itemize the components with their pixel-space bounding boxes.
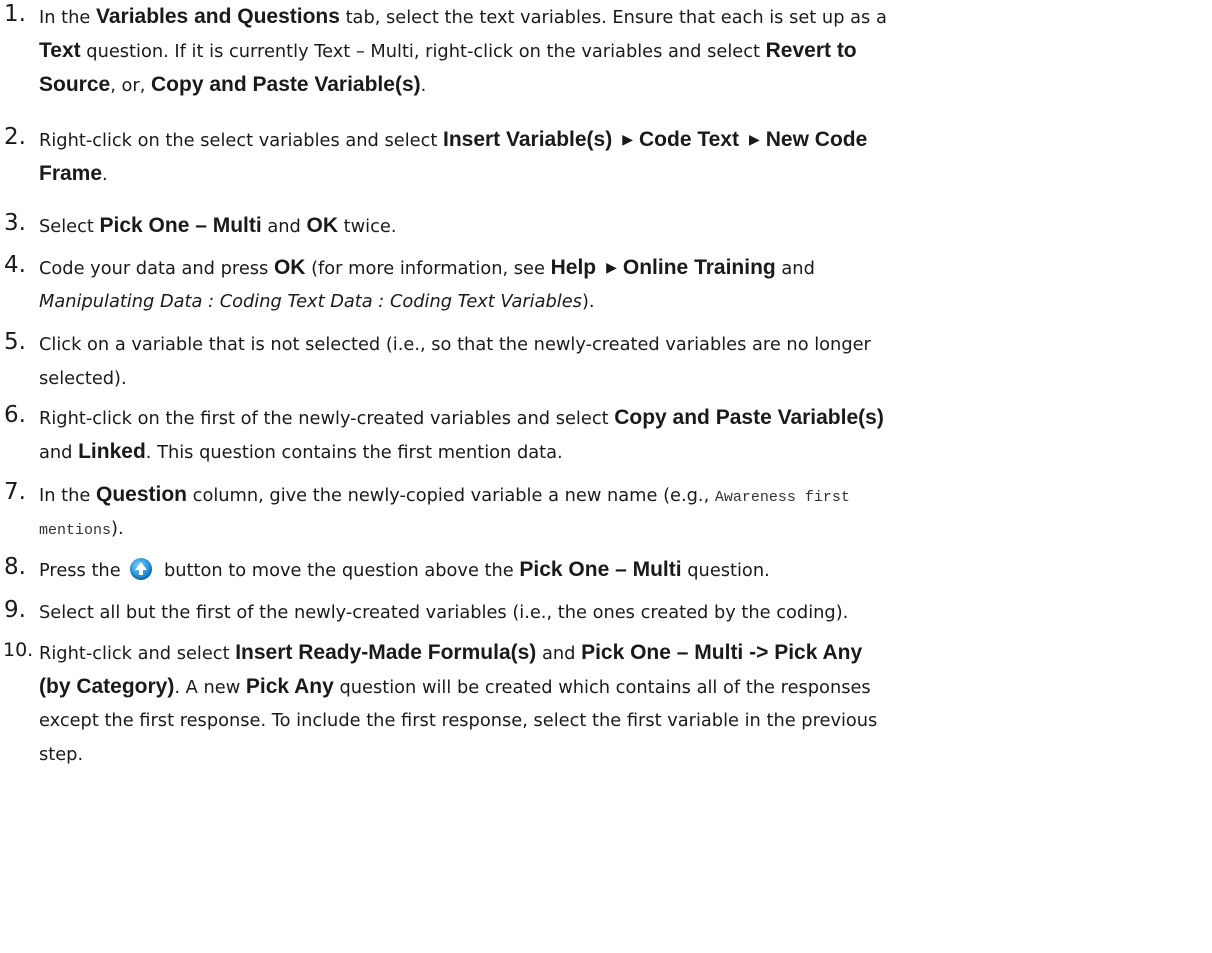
step-line: mentions). [39,514,124,546]
instruction-document: 1. In the Variables and Questions tab, se… [0,0,1212,953]
menu-arrow-icon: ▶ [748,132,760,148]
step-line: Right-click and select Insert Ready-Made… [39,638,862,669]
ui-label: Insert Ready-Made Formula(s) [235,641,537,664]
step-line: In the Question column, give the newly-c… [39,480,850,513]
text-run: step. [39,744,84,765]
step-number: 2. [4,124,26,150]
step-line: Select Pick One – Multi and OK twice. [39,211,396,242]
text-run: . This question contains the first menti… [145,442,563,463]
step-line: Text question. If it is currently Text –… [39,36,857,67]
text-run: question. [681,560,770,581]
example-name: mentions [39,522,112,539]
text-run: and [536,643,582,664]
ui-label: Online Training [622,256,776,279]
ui-label: OK [273,256,306,279]
ui-label: OK [306,214,339,237]
ui-label: Revert to [765,39,857,62]
step-line: Click on a variable that is not selected… [39,330,871,360]
step-line: Press the button to move the question ab… [39,555,770,586]
step-line: except the first response. To include th… [39,706,877,736]
text-run: Right-click and select [39,643,236,664]
step-line: Source, or, Copy and Paste Variable(s). [39,70,426,101]
step-number: 5. [4,329,26,355]
text-run: question. If it is currently Text – Mult… [80,41,766,62]
text-run: . [102,164,108,185]
text-run: , or, [110,75,152,96]
ui-label: Text [39,39,81,62]
text-run: Click on a variable that is not selected… [39,334,871,355]
text-run: button to move the question above the [158,560,520,581]
text-run: In the [39,7,96,28]
text-run: Press the [39,560,127,581]
ui-label: Pick One – Multi [519,558,682,581]
menu-arrow-icon: ▶ [622,132,634,148]
text-run: . A new [174,677,246,698]
text-run: ). [111,518,124,539]
step-line: Manipulating Data : Coding Text Data : C… [39,287,595,317]
step-line: (by Category). A new Pick Any question w… [39,672,871,703]
ui-label: Variables and Questions [96,5,340,28]
ui-label: (by Category) [39,675,175,698]
ui-label: Pick One – Multi -> Pick Any [581,641,863,664]
text-run: selected). [39,368,127,389]
text-run: except the first response. To include th… [39,710,878,731]
menu-arrow-icon: ▶ [606,260,617,276]
text-run: . [420,75,427,96]
step-line: Select all but the first of the newly-cr… [39,598,848,628]
ui-label: Copy and Paste Variable(s) [151,73,421,96]
text-run: Right-click on the first of the newly-cr… [39,408,615,429]
step-number: 6. [4,402,26,428]
text-run: and [39,442,79,463]
text-run: In the [39,485,96,506]
step-number: 8. [4,554,26,580]
ui-label: Pick Any [245,675,334,698]
text-run: tab, select the text variables. Ensure t… [339,7,887,28]
text-run: and [261,216,307,237]
step-line: Right-click on the select variables and … [39,125,867,157]
ui-label: Question [96,483,188,506]
ui-label: Source [39,73,111,96]
text-run: column, give the newly-copied variable a… [187,485,715,506]
ui-label: Copy and Paste Variable(s) [614,406,884,429]
text-run: ). [581,291,595,312]
text-run: Right-click on the select variables and … [39,130,443,151]
ui-label: Linked [78,440,146,463]
text-run: question will be created which contains … [333,677,871,698]
text-run: and [775,258,815,279]
example-name: Awareness first [714,489,850,506]
step-number: 3. [4,210,26,236]
step-line: Code your data and press OK (for more in… [39,253,815,285]
ui-label: Code Text [639,128,739,151]
step-number: 10. [3,639,34,661]
text-run: Select all but the first of the newly-cr… [39,602,849,623]
step-number: 4. [4,252,26,278]
step-line: selected). [39,364,127,394]
move-up-icon [130,558,153,580]
text-run: twice. [338,216,397,237]
step-line: In the Variables and Questions tab, sele… [39,2,887,33]
ui-label: Frame [39,162,103,185]
ui-label: Help [550,256,597,279]
text-run: (for more information, see [305,258,551,279]
ui-label: Pick One – Multi [99,214,262,237]
step-number: 1. [4,1,26,27]
text-run: Code your data and press [39,258,274,279]
text-run: Select [39,216,100,237]
ui-label: New Code [765,128,868,151]
step-line: Frame. [39,159,108,190]
step-line: step. [39,740,83,770]
reference-title: Manipulating Data : Coding Text Data : C… [39,291,582,312]
step-line: Right-click on the first of the newly-cr… [39,403,884,434]
step-number: 7. [4,479,26,505]
ui-label: Insert Variable(s) [442,128,613,151]
step-line: and Linked. This question contains the f… [39,437,563,468]
step-number: 9. [4,597,26,623]
